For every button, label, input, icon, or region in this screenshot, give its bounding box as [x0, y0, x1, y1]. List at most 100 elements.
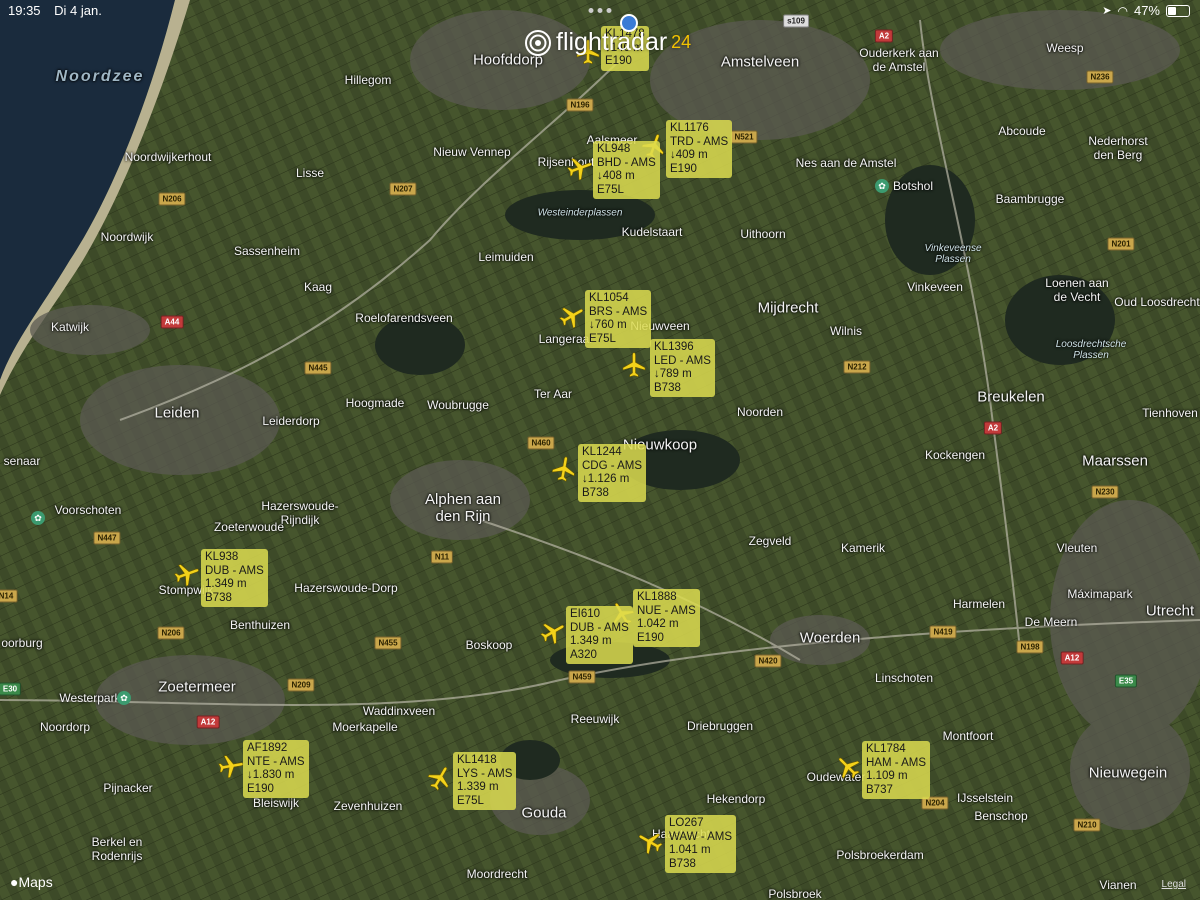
flight-altitude: ↓409 m	[670, 149, 708, 161]
aircraft-icon[interactable]	[636, 828, 664, 856]
place-label: Noordwijk	[100, 230, 154, 244]
flight-altitude: ↓1.830 m	[247, 769, 295, 781]
place-label: Loosdrechtsche Plassen	[1055, 339, 1127, 361]
road-shield: N455	[374, 636, 402, 650]
flight-callsign: LO267	[669, 817, 704, 829]
road-shield: N419	[929, 625, 957, 639]
road-shield: N447	[93, 531, 121, 545]
place-label: Voorschoten	[54, 503, 122, 517]
place-label: Vinkeveen	[907, 280, 963, 294]
flight-altitude: 1.041 m	[669, 844, 711, 856]
date: Di 4 jan.	[54, 3, 102, 18]
multitasking-dots-icon[interactable]	[588, 8, 612, 13]
place-label: Oud Loosdrecht	[1114, 295, 1200, 309]
aircraft-icon[interactable]	[217, 752, 245, 780]
road-shield: N420	[754, 654, 782, 668]
place-label: Ter Aar	[533, 387, 573, 401]
place-label: Weesp	[1046, 41, 1084, 55]
flight-callsign: KL1054	[589, 292, 629, 304]
flight-label[interactable]: KL938 DUB - AMS 1.349 m B738	[201, 549, 268, 607]
road-shield: N196	[566, 98, 594, 112]
place-label: Leiderdorp	[262, 414, 320, 428]
flight-aircraft-type: E75L	[457, 794, 484, 807]
road-shield: N201	[1107, 237, 1135, 251]
place-label: Bleiswijk	[252, 796, 300, 810]
flight-label[interactable]: KL1888 NUE - AMS 1.042 m E190	[633, 589, 700, 647]
place-label: Benschop	[974, 809, 1028, 823]
place-label: Uithoorn	[740, 227, 786, 241]
place-label: Abcoude	[998, 124, 1046, 138]
road-shield: E30	[0, 682, 22, 696]
park-poi-icon[interactable]: ✿	[117, 691, 131, 705]
road-shield: N209	[287, 678, 315, 692]
flight-label[interactable]: EI610 DUB - AMS 1.349 m A320	[566, 606, 633, 664]
aircraft-icon[interactable]	[173, 560, 201, 588]
aircraft-icon[interactable]	[539, 618, 567, 646]
flight-aircraft-type: E190	[605, 55, 632, 67]
flight-label[interactable]: KL1418 LYS - AMS 1.339 m E75L	[453, 752, 517, 810]
legal-link[interactable]: Legal	[1162, 879, 1186, 890]
flight-callsign: AF1892	[247, 742, 288, 754]
place-label: Noordzee	[55, 68, 145, 85]
aircraft-icon[interactable]	[550, 455, 578, 483]
place-label: Loenen aan de Vecht	[1045, 276, 1109, 304]
place-label: Noorden	[736, 405, 784, 419]
road-shield: N236	[1086, 70, 1114, 84]
road-shield: A2	[874, 29, 894, 43]
flight-altitude: 1.349 m	[570, 635, 612, 647]
flight-route: DUB - AMS	[205, 564, 264, 577]
place-label: Polsbroekerdam	[836, 848, 924, 862]
flight-label[interactable]: LO267 WAW - AMS 1.041 m B738	[665, 815, 737, 873]
aircraft-icon[interactable]	[558, 302, 586, 330]
place-label: Nieuwegein	[1088, 764, 1168, 782]
road-shield: N198	[1016, 640, 1044, 654]
place-label: Leiden	[154, 404, 200, 422]
place-label: Moordrecht	[466, 867, 528, 881]
aircraft-icon[interactable]	[620, 351, 648, 379]
place-label: Hazerswoude-Dorp	[294, 581, 398, 595]
wifi-icon: ◠	[1117, 3, 1128, 18]
flight-aircraft-type: B738	[582, 486, 609, 499]
flight-label[interactable]: KL1054 BRS - AMS ↓760 m E75L	[585, 290, 652, 348]
aircraft-icon[interactable]	[426, 764, 454, 792]
road-shield: N210	[1073, 818, 1101, 832]
logo-number: 24	[671, 32, 692, 52]
place-label: Alphen aan den Rijn	[425, 491, 501, 525]
flight-label[interactable]: AF1892 NTE - AMS ↓1.830 m E190	[243, 740, 309, 798]
aircraft-icon[interactable]	[566, 154, 594, 182]
aircraft-icon[interactable]	[834, 753, 862, 781]
road-shield: N207	[389, 182, 417, 196]
flight-label[interactable]: KL1396 LED - AMS ↓789 m B738	[650, 339, 715, 397]
flight-label[interactable]: KL948 BHD - AMS ↓408 m E75L	[593, 141, 660, 199]
place-label: Benthuizen	[229, 618, 291, 632]
road-shield: N521	[730, 130, 758, 144]
place-label: Reeuwijk	[570, 712, 620, 726]
place-label: Kockengen	[924, 448, 986, 462]
place-label: Hoogmade	[345, 396, 405, 410]
place-label: Pijnacker	[103, 781, 153, 795]
flight-altitude: ↓408 m	[597, 170, 635, 182]
place-label: Kamerik	[840, 541, 886, 555]
flight-label[interactable]: KL1784 HAM - AMS 1.109 m B737	[862, 741, 931, 799]
place-label: Gouda	[521, 804, 567, 822]
flight-label[interactable]: KL1176 TRD - AMS ↓409 m E190	[666, 120, 733, 178]
nature-poi-icon[interactable]: ✿	[31, 511, 45, 525]
flight-altitude: 1.042 m	[637, 618, 679, 630]
place-label: Breukelen	[977, 388, 1045, 406]
flight-route: CDG - AMS	[582, 459, 643, 472]
place-label: Moerkapelle	[332, 720, 398, 734]
road-shield: N460	[527, 436, 555, 450]
location-arrow-icon: ➤	[1102, 5, 1112, 17]
clock: 19:35	[8, 3, 41, 18]
flight-label[interactable]: KL1244 CDG - AMS ↓1.126 m B738	[578, 444, 647, 502]
flight-route: TRD - AMS	[670, 135, 729, 148]
place-label: Driebruggen	[686, 719, 754, 733]
flight-altitude: 1.109 m	[866, 770, 908, 782]
road-shield: E35	[1114, 674, 1138, 688]
flightradar24-logo: flightradar 24	[524, 28, 691, 57]
flight-callsign: KL1396	[654, 341, 694, 353]
radar-logo-icon	[525, 29, 551, 56]
place-label: Zevenhuizen	[333, 799, 403, 813]
flight-callsign: KL1176	[670, 122, 709, 134]
nature-poi-icon[interactable]: ✿	[875, 179, 889, 193]
